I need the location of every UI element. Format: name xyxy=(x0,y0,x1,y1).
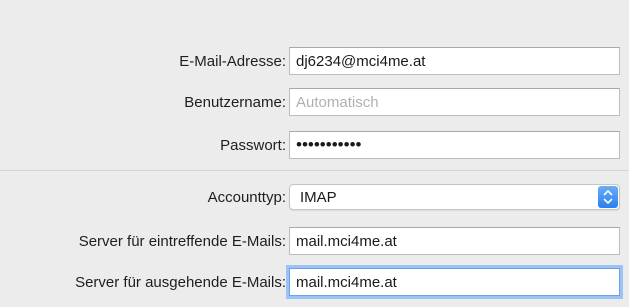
username-field[interactable] xyxy=(289,88,620,116)
section-divider xyxy=(0,170,629,171)
incoming-server-label: Server für eintreffende E-Mails: xyxy=(78,233,286,250)
email-row: E-Mail-Adresse: xyxy=(0,47,629,77)
password-label: Passwort: xyxy=(220,137,286,154)
account-type-select[interactable]: IMAP xyxy=(289,184,620,210)
outgoing-server-field[interactable] xyxy=(289,268,620,296)
account-type-value: IMAP xyxy=(300,189,337,206)
username-row: Benutzername: xyxy=(0,88,629,118)
incoming-server-row: Server für eintreffende E-Mails: xyxy=(0,227,629,257)
password-field[interactable] xyxy=(289,131,620,159)
username-label: Benutzername: xyxy=(184,94,286,111)
email-label: E-Mail-Adresse: xyxy=(179,53,286,70)
incoming-server-field[interactable] xyxy=(289,227,620,255)
password-row: Passwort: xyxy=(0,131,629,161)
account-type-label: Accounttyp: xyxy=(207,189,286,206)
outgoing-server-label: Server für ausgehende E-Mails: xyxy=(75,274,286,291)
outgoing-server-row: Server für ausgehende E-Mails: xyxy=(0,268,629,298)
account-type-row: Accounttyp: IMAP xyxy=(0,184,629,214)
up-down-chevron-icon xyxy=(598,186,618,208)
email-field[interactable] xyxy=(289,47,620,75)
account-settings-panel: E-Mail-Adresse: Benutzername: Passwort: … xyxy=(0,0,629,307)
